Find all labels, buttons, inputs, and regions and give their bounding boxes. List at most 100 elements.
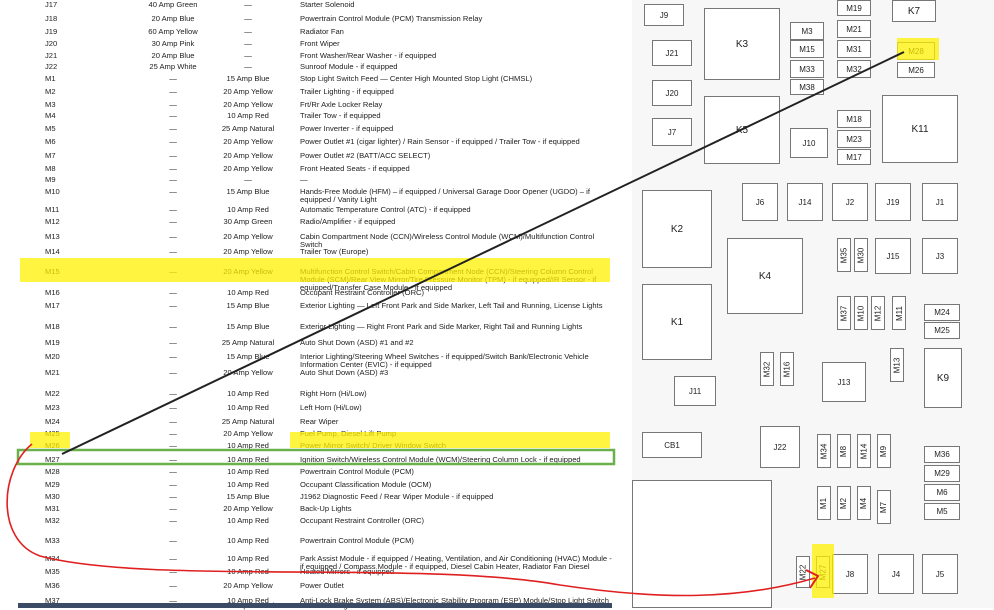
fuse-slot: M32 xyxy=(837,60,871,78)
cartridge-fuse: — xyxy=(169,516,177,525)
fuse-id: M8 xyxy=(45,164,56,173)
relay-slot: K5 xyxy=(704,96,780,164)
mini-fuse: 20 Amp Yellow xyxy=(223,100,273,109)
description: Heated Mirrors - if equipped xyxy=(300,567,395,576)
fuse-slot: M17 xyxy=(837,149,871,165)
cartridge-fuse: — xyxy=(169,567,177,576)
fuse-slot: M30 xyxy=(854,238,868,272)
mini-fuse: 10 Amp Red xyxy=(227,516,269,525)
description: Starter Solenoid xyxy=(300,0,355,9)
mini-fuse: 20 Amp Yellow xyxy=(223,247,273,256)
cartridge-fuse: 25 Amp White xyxy=(149,62,197,71)
description: Stop Light Switch Feed — Center High Mou… xyxy=(300,74,533,83)
description: Hands-Free Module (HFM) – if equipped / … xyxy=(300,187,590,205)
fuse-slot: M13 xyxy=(890,348,904,382)
fuse-slot: M6 xyxy=(924,484,960,501)
fuse-slot: M14 xyxy=(857,434,871,468)
description: Front Washer/Rear Washer - if equipped xyxy=(300,51,437,60)
description: Rear Wiper xyxy=(300,417,339,426)
fuse-slot: M21 xyxy=(837,20,871,38)
bottom-bar xyxy=(18,603,612,608)
description: Powertrain Control Module (PCM) xyxy=(300,536,414,545)
fuse-slot: M5 xyxy=(924,503,960,520)
fuse-slot: J19 xyxy=(875,183,911,221)
fuse-slot: M18 xyxy=(837,110,871,128)
cartridge-fuse: — xyxy=(169,554,177,563)
mini-fuse: 20 Amp Yellow xyxy=(223,87,273,96)
mini-fuse: 25 Amp Natural xyxy=(221,124,275,133)
mini-fuse: 15 Amp Blue xyxy=(226,187,270,196)
cartridge-fuse: 20 Amp Blue xyxy=(151,51,195,60)
description: Radiator Fan xyxy=(300,27,344,36)
mini-fuse: 20 Amp Yellow xyxy=(223,151,273,160)
fuse-id: M24 xyxy=(45,417,60,426)
mini-fuse: 10 Amp Red xyxy=(227,288,269,297)
cartridge-fuse: — xyxy=(169,536,177,545)
mini-fuse: 30 Amp Green xyxy=(223,217,273,226)
cartridge-fuse: — xyxy=(169,581,177,590)
mini-fuse: 10 Amp Red xyxy=(227,554,269,563)
fuse-id: M4 xyxy=(45,111,56,120)
fuse-id: M17 xyxy=(45,301,60,310)
cartridge-fuse: — xyxy=(169,338,177,347)
mini-fuse: 10 Amp Red xyxy=(227,567,269,576)
fuse-id: M30 xyxy=(45,492,60,501)
fuse-id: J21 xyxy=(45,51,58,60)
fuse-id: M27 xyxy=(45,455,60,464)
fuse-id: M21 xyxy=(45,368,60,377)
fuse-id: M12 xyxy=(45,217,60,226)
fuse-slot: M33 xyxy=(790,60,824,78)
cartridge-fuse: — xyxy=(169,504,177,513)
fuse-id: M23 xyxy=(45,403,60,412)
description: Ignition Switch/Wireless Control Module … xyxy=(300,455,581,464)
highlight-m27-desc xyxy=(290,432,610,448)
fuse-slot: M11 xyxy=(892,296,906,330)
fuse-slot: CB1 xyxy=(642,432,702,458)
cartridge-fuse: — xyxy=(169,87,177,96)
fuse-id: J17 xyxy=(45,0,58,9)
fuse-slot: M15 xyxy=(790,40,824,58)
fuse-table: J17 40 Amp Green — Starter Solenoid J18 20 Am… xyxy=(0,0,620,609)
fuse-slot: M1 xyxy=(817,486,831,520)
fuse-id: M20 xyxy=(45,352,60,361)
cartridge-fuse: — xyxy=(169,288,177,297)
description: Sunroof Module - if equipped xyxy=(300,62,398,71)
fuse-slot: M23 xyxy=(837,130,871,148)
cartridge-fuse: — xyxy=(169,389,177,398)
mini-fuse: 10 Amp Red xyxy=(227,111,269,120)
fuse-slot: J13 xyxy=(822,362,866,402)
cartridge-fuse: — xyxy=(169,187,177,196)
relay-slot: K1 xyxy=(642,284,712,360)
cartridge-fuse: — xyxy=(169,232,177,241)
fuse-slot: M31 xyxy=(837,40,871,58)
fuse-slot: M19 xyxy=(837,0,871,16)
cartridge-fuse: — xyxy=(169,111,177,120)
mini-fuse: 20 Amp Yellow xyxy=(223,137,273,146)
mini-fuse: 20 Amp Yellow xyxy=(223,504,273,513)
cartridge-fuse: — xyxy=(169,151,177,160)
fuse-slot: M3 xyxy=(790,22,824,40)
fuse-id: M10 xyxy=(45,187,60,196)
fuse-id: J22 xyxy=(45,62,58,71)
mini-fuse: 10 Amp Red xyxy=(227,480,269,489)
mini-fuse: 10 Amp Red xyxy=(227,536,269,545)
mini-fuse: — xyxy=(244,175,252,184)
relay-slot: K7 xyxy=(892,0,936,22)
fuse-slot: M16 xyxy=(780,352,794,386)
fuse-slot: M28 xyxy=(897,42,935,60)
description: Power Outlet xyxy=(300,581,344,590)
cartridge-fuse: — xyxy=(169,467,177,476)
fuse-id: M16 xyxy=(45,288,60,297)
mini-fuse: 15 Amp Blue xyxy=(226,301,270,310)
cartridge-fuse: — xyxy=(169,100,177,109)
description: Front Heated Seats - if equipped xyxy=(300,164,410,173)
fuse-slot: J7 xyxy=(652,118,692,146)
fuse-id: M6 xyxy=(45,137,56,146)
description: Powertrain Control Module (PCM) xyxy=(300,467,414,476)
cartridge-fuse: — xyxy=(169,164,177,173)
fuse-id: M29 xyxy=(45,480,60,489)
relay-slot: K11 xyxy=(882,95,958,163)
description: Auto Shut Down (ASD) #3 xyxy=(300,368,389,377)
fuse-slot: M32 xyxy=(760,352,774,386)
mini-fuse: — xyxy=(244,39,252,48)
